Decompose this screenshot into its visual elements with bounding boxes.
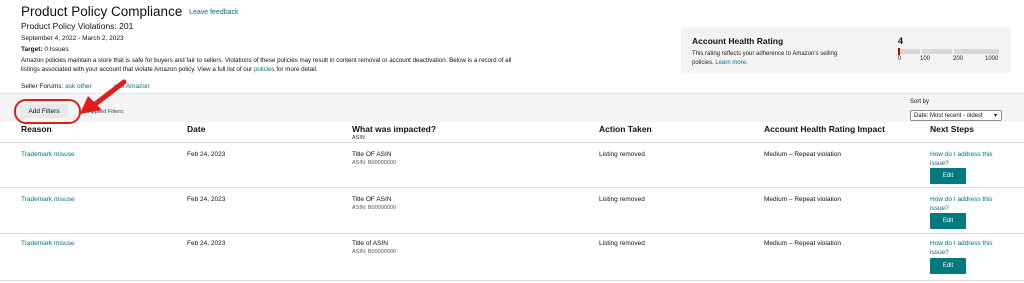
row-3-edit-button[interactable]: Edit — [930, 258, 966, 274]
row-1-reason-link[interactable]: Trademark misuse — [21, 151, 75, 158]
health-tick-100: 100 — [920, 56, 931, 62]
row-1-edit-button[interactable]: Edit — [930, 168, 966, 184]
health-bar-segment-3 — [954, 49, 999, 54]
policy-description: Amazon policies maintain a store that is… — [21, 56, 521, 74]
violations-count: Product Policy Violations: 201 — [21, 21, 134, 31]
row-3-title: Title of ASIN — [352, 240, 388, 247]
row-2-reason-link[interactable]: Trademark misuse — [21, 196, 75, 203]
learn-more-link[interactable]: Learn more. — [715, 60, 747, 66]
column-header-impacted: What was impacted? — [352, 124, 437, 134]
column-header-ahr-impact: Account Health Rating Impact — [764, 124, 885, 134]
row-1-impact: Medium – Repeat violation — [764, 151, 841, 158]
sort-by-label: Sort by — [910, 99, 930, 105]
sort-select-value: Date: Most recent - oldest — [914, 112, 983, 119]
row-1-action: Listing removed — [599, 151, 645, 158]
row-divider — [0, 187, 1024, 188]
health-tick-0: 0 — [898, 56, 902, 62]
column-header-action: Action Taken — [599, 124, 652, 134]
policies-link[interactable]: policies — [254, 66, 275, 73]
header-divider — [0, 142, 1024, 143]
column-subheader-asin: ASIN — [352, 135, 365, 141]
account-health-score: 4 — [898, 36, 904, 46]
row-3-reason-link[interactable]: Trademark misuse — [21, 240, 75, 247]
row-2-next-step-link[interactable]: How do I address this issue? — [930, 195, 1002, 213]
row-2-impact: Medium – Repeat violation — [764, 196, 841, 203]
account-health-description: This rating reflects your adherence to A… — [692, 51, 838, 66]
row-divider — [0, 233, 1024, 234]
row-2-title: Title OF ASIN — [352, 196, 392, 203]
row-1-asin: ASIN: B00000000 — [352, 160, 397, 166]
health-bar-segment-1 — [900, 49, 920, 54]
annotation-arrow-icon — [80, 79, 127, 114]
filter-bar — [0, 93, 1024, 122]
health-bar-segment-2 — [922, 49, 952, 54]
health-tick-1000: 1000 — [985, 56, 999, 62]
row-3-asin: ASIN: B00000000 — [352, 249, 397, 255]
row-2-action: Listing removed — [599, 196, 645, 203]
description-line-1: Amazon policies maintain a store that is… — [21, 57, 478, 64]
chevron-down-icon: ▾ — [993, 113, 997, 119]
date-range: September 4, 2022 - March 2, 2023 — [21, 35, 124, 42]
column-header-date: Date — [187, 124, 206, 134]
page-title-text: Product Policy Compliance — [21, 4, 183, 19]
sort-select[interactable]: Date: Most recent - oldest ▾ — [910, 110, 1002, 121]
health-bar-marker — [898, 48, 900, 55]
page-title: Product Policy Compliance Leave feedback — [21, 4, 239, 19]
row-2-edit-button[interactable]: Edit — [930, 213, 966, 229]
target: Target: 0 Issues — [21, 46, 69, 53]
row-1-title: Title OF ASIN — [352, 151, 392, 158]
target-value: 0 Issues — [44, 46, 69, 53]
leave-feedback-link[interactable]: Leave feedback — [189, 9, 238, 16]
row-1-next-step-link[interactable]: How do I address this issue? — [930, 150, 1002, 168]
account-health-title: Account Health Rating — [692, 36, 784, 46]
column-header-next-steps: Next Steps — [930, 124, 974, 134]
row-3-impact: Medium – Repeat violation — [764, 240, 841, 247]
column-header-reason: Reason — [21, 124, 52, 134]
row-divider — [0, 280, 1024, 281]
annotation-highlight-circle — [14, 99, 81, 124]
row-3-date: Feb 24, 2023 — [187, 240, 226, 247]
account-health-text: This rating reflects your adherence to A… — [692, 50, 852, 67]
description-line-3: for more detail. — [276, 66, 318, 73]
target-label: Target: — [21, 46, 43, 53]
health-tick-200: 200 — [953, 56, 964, 62]
forums-label: Seller Forums: — [21, 83, 64, 90]
row-2-date: Feb 24, 2023 — [187, 196, 226, 203]
row-2-asin: ASIN: B00000000 — [352, 205, 397, 211]
row-3-next-step-link[interactable]: How do I address this issue? — [930, 239, 1002, 257]
row-1-date: Feb 24, 2023 — [187, 151, 226, 158]
row-3-action: Listing removed — [599, 240, 645, 247]
